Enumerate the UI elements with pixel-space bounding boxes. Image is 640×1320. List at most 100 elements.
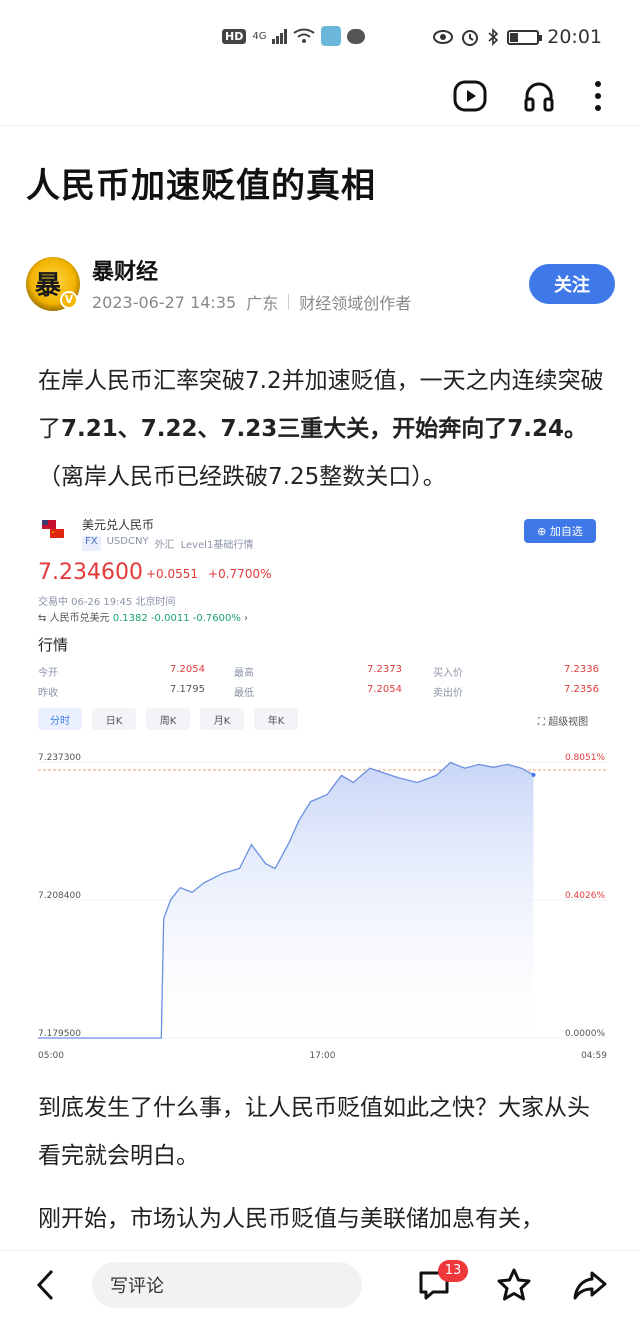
play-icon	[453, 80, 487, 112]
more-button[interactable]	[580, 78, 616, 114]
cny-usd-row[interactable]: ⇆ 人民币兑美元 0.1382 -0.0011 -0.7600% ›	[38, 609, 248, 624]
buy-label: 买入价	[433, 668, 463, 679]
favorite-button[interactable]	[496, 1267, 532, 1303]
tab-intraday[interactable]: 分时	[38, 708, 82, 730]
listen-button[interactable]	[521, 78, 557, 114]
quote-price: 7.234600	[38, 560, 143, 585]
verified-badge-icon: V	[60, 291, 78, 309]
app-notification-icon	[321, 26, 342, 46]
quote-time: 交易中 06-26 19:45 北京时间	[38, 597, 176, 608]
y-pct-tick-label: 0.4026%	[565, 891, 605, 901]
wifi-icon	[293, 28, 316, 43]
quote-type: 外汇	[154, 540, 175, 551]
y-pct-tick-label: 0.8051%	[565, 753, 605, 763]
quote-name: 美元兑人民币	[82, 518, 155, 532]
cny-label: 人民币兑美元	[49, 613, 110, 624]
sell-value: 7.2356	[564, 684, 599, 695]
us-cn-flag-icon	[42, 520, 64, 538]
avatar-logo-text: 暴	[35, 271, 62, 301]
bottom-bar: 写评论 13	[0, 1250, 640, 1320]
market-section-title: 行情	[38, 636, 69, 654]
tab-yearly[interactable]: 年K	[254, 708, 298, 730]
change-percent: +0.7700%	[208, 567, 272, 581]
expand-icon: ⛶	[538, 717, 549, 728]
x-tick-label: 05:00	[38, 1051, 64, 1061]
paragraph-1-bold: 7.21、7.22、7.23三重大关，开始奔向了7.24。	[61, 416, 587, 442]
super-view-button[interactable]: ⛶ 超级视图	[538, 713, 588, 728]
high-label: 最高	[234, 668, 254, 679]
add-watchlist-button[interactable]: ⊕ 加自选	[524, 519, 596, 543]
paragraph-1: 在岸人民币汇率突破7.2并加速贬值，一天之内连续突破了7.21、7.22、7.2…	[38, 357, 608, 501]
quote-code: USDCNY	[106, 536, 149, 547]
cny-pct: -0.7600%	[192, 613, 241, 624]
comment-count-badge: 13	[438, 1260, 468, 1282]
quote-change: +0.0551 +0.7700%	[146, 567, 272, 581]
author-name[interactable]: 暴财经	[92, 254, 158, 286]
quote-stats: 今开 7.2054 最高 7.2373 买入价 7.2336 昨收 7.1795…	[38, 664, 599, 704]
tab-daily[interactable]: 日K	[92, 708, 136, 730]
quote-subinfo: FX USDCNY 外汇 Level1基础行情	[82, 536, 253, 551]
swap-icon: ⇆	[38, 613, 47, 624]
quote-image[interactable]: 美元兑人民币 FX USDCNY 外汇 Level1基础行情 ⊕ 加自选 7.2…	[30, 508, 615, 1068]
buy-value: 7.2336	[564, 664, 599, 675]
publish-date: 2023-06-27 14:35	[92, 292, 237, 312]
status-bar: HD 4G 20:01	[0, 0, 640, 76]
meta-divider	[288, 294, 290, 310]
top-toolbar	[0, 76, 640, 126]
open-value: 7.2054	[170, 664, 205, 675]
tab-monthly[interactable]: 月K	[200, 708, 244, 730]
back-button[interactable]	[34, 1268, 58, 1306]
alarm-icon	[462, 30, 479, 46]
comment-input[interactable]: 写评论	[92, 1262, 362, 1308]
status-left: HD 4G	[222, 26, 366, 46]
publish-region: 广东	[246, 294, 279, 313]
open-label: 今开	[38, 668, 58, 679]
y-tick-label: 7.179500	[38, 1029, 81, 1039]
headphones-icon	[524, 82, 554, 112]
share-button[interactable]	[572, 1267, 608, 1303]
y-tick-label: 7.237300	[38, 753, 81, 763]
star-icon	[497, 1268, 531, 1301]
intraday-chart: 7.237300 7.208400 7.179500 0.8051% 0.4026% 0.…	[38, 753, 607, 1061]
tab-weekly[interactable]: 周K	[146, 708, 190, 730]
author-role: 财经领域创作者	[299, 294, 412, 313]
eye-icon	[433, 30, 454, 44]
chevron-right-icon: ›	[244, 613, 249, 624]
paragraph-3: 刚开始，市场认为人民币贬值与美联储加息有关，	[38, 1206, 544, 1232]
author-meta: 2023-06-27 14:35 广东 财经领域创作者	[92, 290, 411, 314]
super-view-label: 超级视图	[548, 717, 589, 728]
status-right: 20:01	[433, 26, 602, 48]
last-price-point	[531, 772, 536, 777]
hd-icon: HD	[222, 28, 247, 44]
article-title: 人民币加速贬值的真相	[26, 166, 376, 206]
share-icon	[573, 1271, 607, 1300]
period-tabs: 分时 日K 周K 月K 年K	[38, 708, 298, 730]
play-button[interactable]	[452, 78, 488, 114]
network-type: 4G	[252, 30, 267, 42]
bluetooth-icon	[488, 28, 499, 46]
follow-button[interactable]: 关注	[529, 264, 615, 304]
paragraph-1-suffix: （离岸人民币已经跌破7.25整数关口）。	[38, 464, 446, 490]
low-label: 最低	[234, 688, 254, 699]
battery-icon	[507, 29, 543, 45]
prev-close-value: 7.1795	[170, 684, 205, 695]
high-value: 7.2373	[367, 664, 402, 675]
low-value: 7.2054	[367, 684, 402, 695]
x-tick-label: 17:00	[310, 1051, 336, 1061]
cny-change: -0.0011	[150, 613, 190, 624]
change-value: +0.0551	[146, 567, 199, 581]
prev-close-label: 昨收	[38, 688, 58, 699]
y-pct-tick-label: 0.0000%	[565, 1029, 605, 1039]
quote-level: Level1基础行情	[180, 540, 254, 551]
y-tick-label: 7.208400	[38, 891, 81, 901]
x-tick-label: 04:59	[581, 1051, 607, 1061]
sell-label: 卖出价	[433, 688, 463, 699]
market-tag: FX	[82, 536, 101, 551]
chevron-left-icon	[36, 1269, 54, 1301]
cny-price: 0.1382	[112, 613, 148, 624]
paragraph-2: 到底发生了什么事，让人民币贬值如此之快？大家从头看完就会明白。	[38, 1095, 590, 1169]
signal-icon	[272, 28, 288, 44]
more-vertical-icon	[595, 81, 601, 111]
clock: 20:01	[547, 26, 602, 48]
message-icon	[347, 28, 366, 44]
